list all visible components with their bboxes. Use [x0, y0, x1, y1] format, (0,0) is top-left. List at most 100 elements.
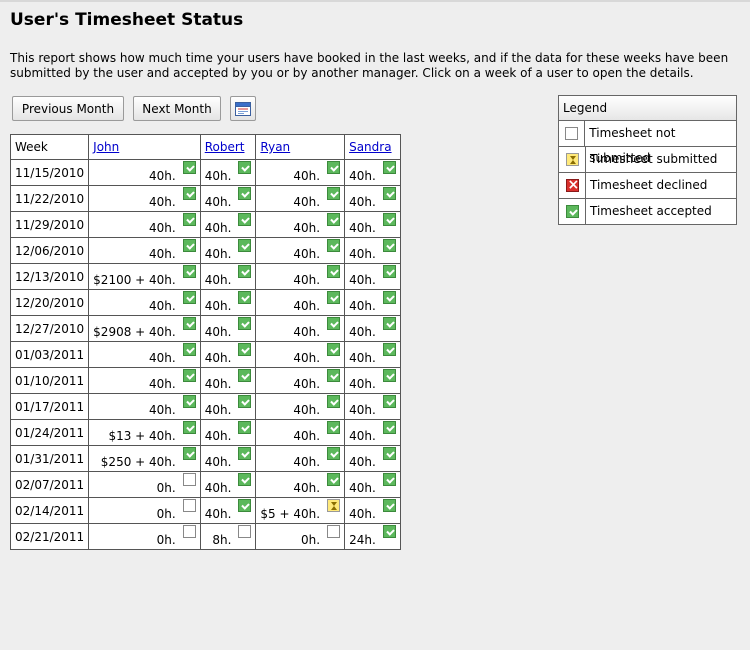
timesheet-cell-sandra[interactable]: 40h. [344, 445, 401, 472]
user-column-header-john: John [88, 134, 201, 160]
table-row: 12/06/2010 40h. 40h. 40h. 40h. [9, 237, 401, 264]
check-icon [327, 368, 341, 382]
timesheet-cell-robert[interactable]: 40h. [199, 497, 257, 524]
timesheet-cell-john[interactable]: 40h. [88, 211, 201, 238]
timesheet-cell-sandra[interactable]: 40h. [344, 341, 401, 368]
timesheet-cell-john[interactable]: $2100 + 40h. [88, 263, 201, 290]
timesheet-cell-sandra[interactable]: 40h. [344, 393, 401, 420]
timesheet-cell-robert[interactable]: 40h. [199, 341, 257, 368]
check-icon [238, 212, 252, 226]
timesheet-cell-robert[interactable]: 40h. [199, 289, 257, 316]
timesheet-cell-sandra[interactable]: 40h. [344, 289, 401, 316]
timesheet-cell-ryan[interactable]: 40h. [255, 263, 346, 290]
table-row: 02/14/2011 0h. 40h. $5 + 40h. 40h. [9, 497, 401, 524]
booked-time-value: 40h. [349, 480, 376, 495]
timesheet-cell-ryan[interactable]: 40h. [255, 341, 346, 368]
timesheet-cell-ryan[interactable]: 40h. [255, 367, 346, 394]
timesheet-cell-robert[interactable]: 40h. [199, 237, 257, 264]
booked-time-value: 40h. [204, 480, 232, 495]
user-link-john[interactable]: John [93, 140, 119, 154]
week-cell: 12/20/2010 [9, 289, 90, 316]
previous-month-button[interactable]: Previous Month [12, 96, 124, 121]
timesheet-cell-sandra[interactable]: 40h. [344, 367, 401, 394]
timesheet-cell-sandra[interactable]: 40h. [344, 497, 401, 524]
timesheet-cell-sandra[interactable]: 40h. [344, 471, 401, 498]
timesheet-cell-ryan[interactable]: 40h. [255, 289, 346, 316]
timesheet-cell-robert[interactable]: 40h. [199, 315, 257, 342]
next-month-button[interactable]: Next Month [133, 96, 221, 121]
timesheet-cell-ryan[interactable]: 40h. [255, 237, 346, 264]
timesheet-cell-robert[interactable]: 40h. [199, 211, 257, 238]
timesheet-cell-robert[interactable]: 40h. [199, 159, 257, 186]
check-icon [327, 446, 341, 460]
timesheet-cell-john[interactable]: 0h. [88, 523, 201, 550]
timesheet-cell-robert[interactable]: 40h. [199, 393, 257, 420]
timesheet-cell-sandra[interactable]: 40h. [344, 237, 401, 264]
booked-time-value: 40h. [293, 246, 321, 261]
booked-time-value: $250 + 40h. [100, 454, 176, 469]
timesheet-cell-ryan[interactable]: $5 + 40h. [255, 497, 346, 524]
timesheet-cell-ryan[interactable]: 40h. [255, 315, 346, 342]
user-link-sandra[interactable]: Sandra [349, 140, 391, 154]
timesheet-cell-john[interactable]: $13 + 40h. [88, 419, 201, 446]
check-icon [238, 498, 252, 512]
timesheet-cell-robert[interactable]: 40h. [199, 263, 257, 290]
booked-time-value: 40h. [204, 324, 232, 339]
timesheet-cell-ryan[interactable]: 40h. [255, 445, 346, 472]
timesheet-cell-ryan[interactable]: 40h. [255, 393, 346, 420]
timesheet-cell-ryan[interactable]: 40h. [255, 211, 346, 238]
user-link-ryan[interactable]: Ryan [260, 140, 290, 154]
timesheet-cell-robert[interactable]: 8h. [199, 523, 257, 550]
check-icon [327, 290, 341, 304]
timesheet-cell-sandra[interactable]: 24h. [344, 523, 401, 550]
timesheet-cell-john[interactable]: 0h. [88, 471, 201, 498]
user-link-robert[interactable]: Robert [205, 140, 245, 154]
legend-label: Timesheet declined [590, 178, 708, 192]
table-row: 02/21/2011 0h. 8h. 0h. 24h. [9, 523, 401, 550]
timesheet-cell-sandra[interactable]: 40h. [344, 211, 401, 238]
empty-box-icon [565, 127, 579, 140]
timesheet-cell-sandra[interactable]: 40h. [344, 159, 401, 186]
check-icon [182, 342, 196, 356]
booked-time-value: 40h. [293, 194, 321, 209]
timesheet-cell-ryan[interactable]: 40h. [255, 471, 346, 498]
timesheet-cell-robert[interactable]: 40h. [199, 367, 257, 394]
timesheet-cell-robert[interactable]: 40h. [199, 419, 257, 446]
timesheet-cell-ryan[interactable]: 40h. [255, 419, 346, 446]
timesheet-cell-john[interactable]: $2908 + 40h. [88, 315, 201, 342]
table-row: 01/10/2011 40h. 40h. 40h. 40h. [9, 367, 401, 394]
timesheet-cell-ryan[interactable]: 40h. [255, 159, 346, 186]
booked-time-value: 40h. [293, 324, 321, 339]
booked-time-value: 40h. [149, 376, 176, 391]
timesheet-cell-john[interactable]: $250 + 40h. [88, 445, 201, 472]
booked-time-value: $2100 + 40h. [93, 272, 176, 287]
booked-time-value: 40h. [349, 298, 376, 313]
timesheet-cell-robert[interactable]: 40h. [199, 185, 257, 212]
timesheet-cell-sandra[interactable]: 40h. [344, 185, 401, 212]
booked-time-value: 40h. [349, 324, 376, 339]
timesheet-cell-john[interactable]: 40h. [88, 367, 201, 394]
timesheet-cell-john[interactable]: 40h. [88, 185, 201, 212]
timesheet-cell-sandra[interactable]: 40h. [344, 315, 401, 342]
calendar-button[interactable] [230, 96, 256, 121]
timesheet-cell-ryan[interactable]: 0h. [255, 523, 346, 550]
timesheet-cell-john[interactable]: 40h. [88, 159, 201, 186]
timesheet-cell-robert[interactable]: 40h. [199, 445, 257, 472]
booked-time-value: 40h. [349, 194, 376, 209]
timesheet-cell-john[interactable]: 40h. [88, 393, 201, 420]
timesheet-cell-robert[interactable]: 40h. [199, 471, 257, 498]
timesheet-cell-ryan[interactable]: 40h. [255, 185, 346, 212]
timesheet-cell-john[interactable]: 40h. [88, 237, 201, 264]
week-cell: 12/13/2010 [9, 263, 90, 290]
week-cell: 02/21/2011 [9, 523, 90, 550]
timesheet-cell-sandra[interactable]: 40h. [344, 419, 401, 446]
timesheet-cell-john[interactable]: 40h. [88, 341, 201, 368]
timesheet-cell-john[interactable]: 40h. [88, 289, 201, 316]
check-icon [382, 524, 396, 538]
check-icon [238, 238, 252, 252]
check-icon [382, 420, 396, 434]
check-icon [327, 472, 341, 486]
timesheet-cell-sandra[interactable]: 40h. [344, 263, 401, 290]
user-column-header-ryan: Ryan [255, 134, 346, 160]
timesheet-cell-john[interactable]: 0h. [88, 497, 201, 524]
